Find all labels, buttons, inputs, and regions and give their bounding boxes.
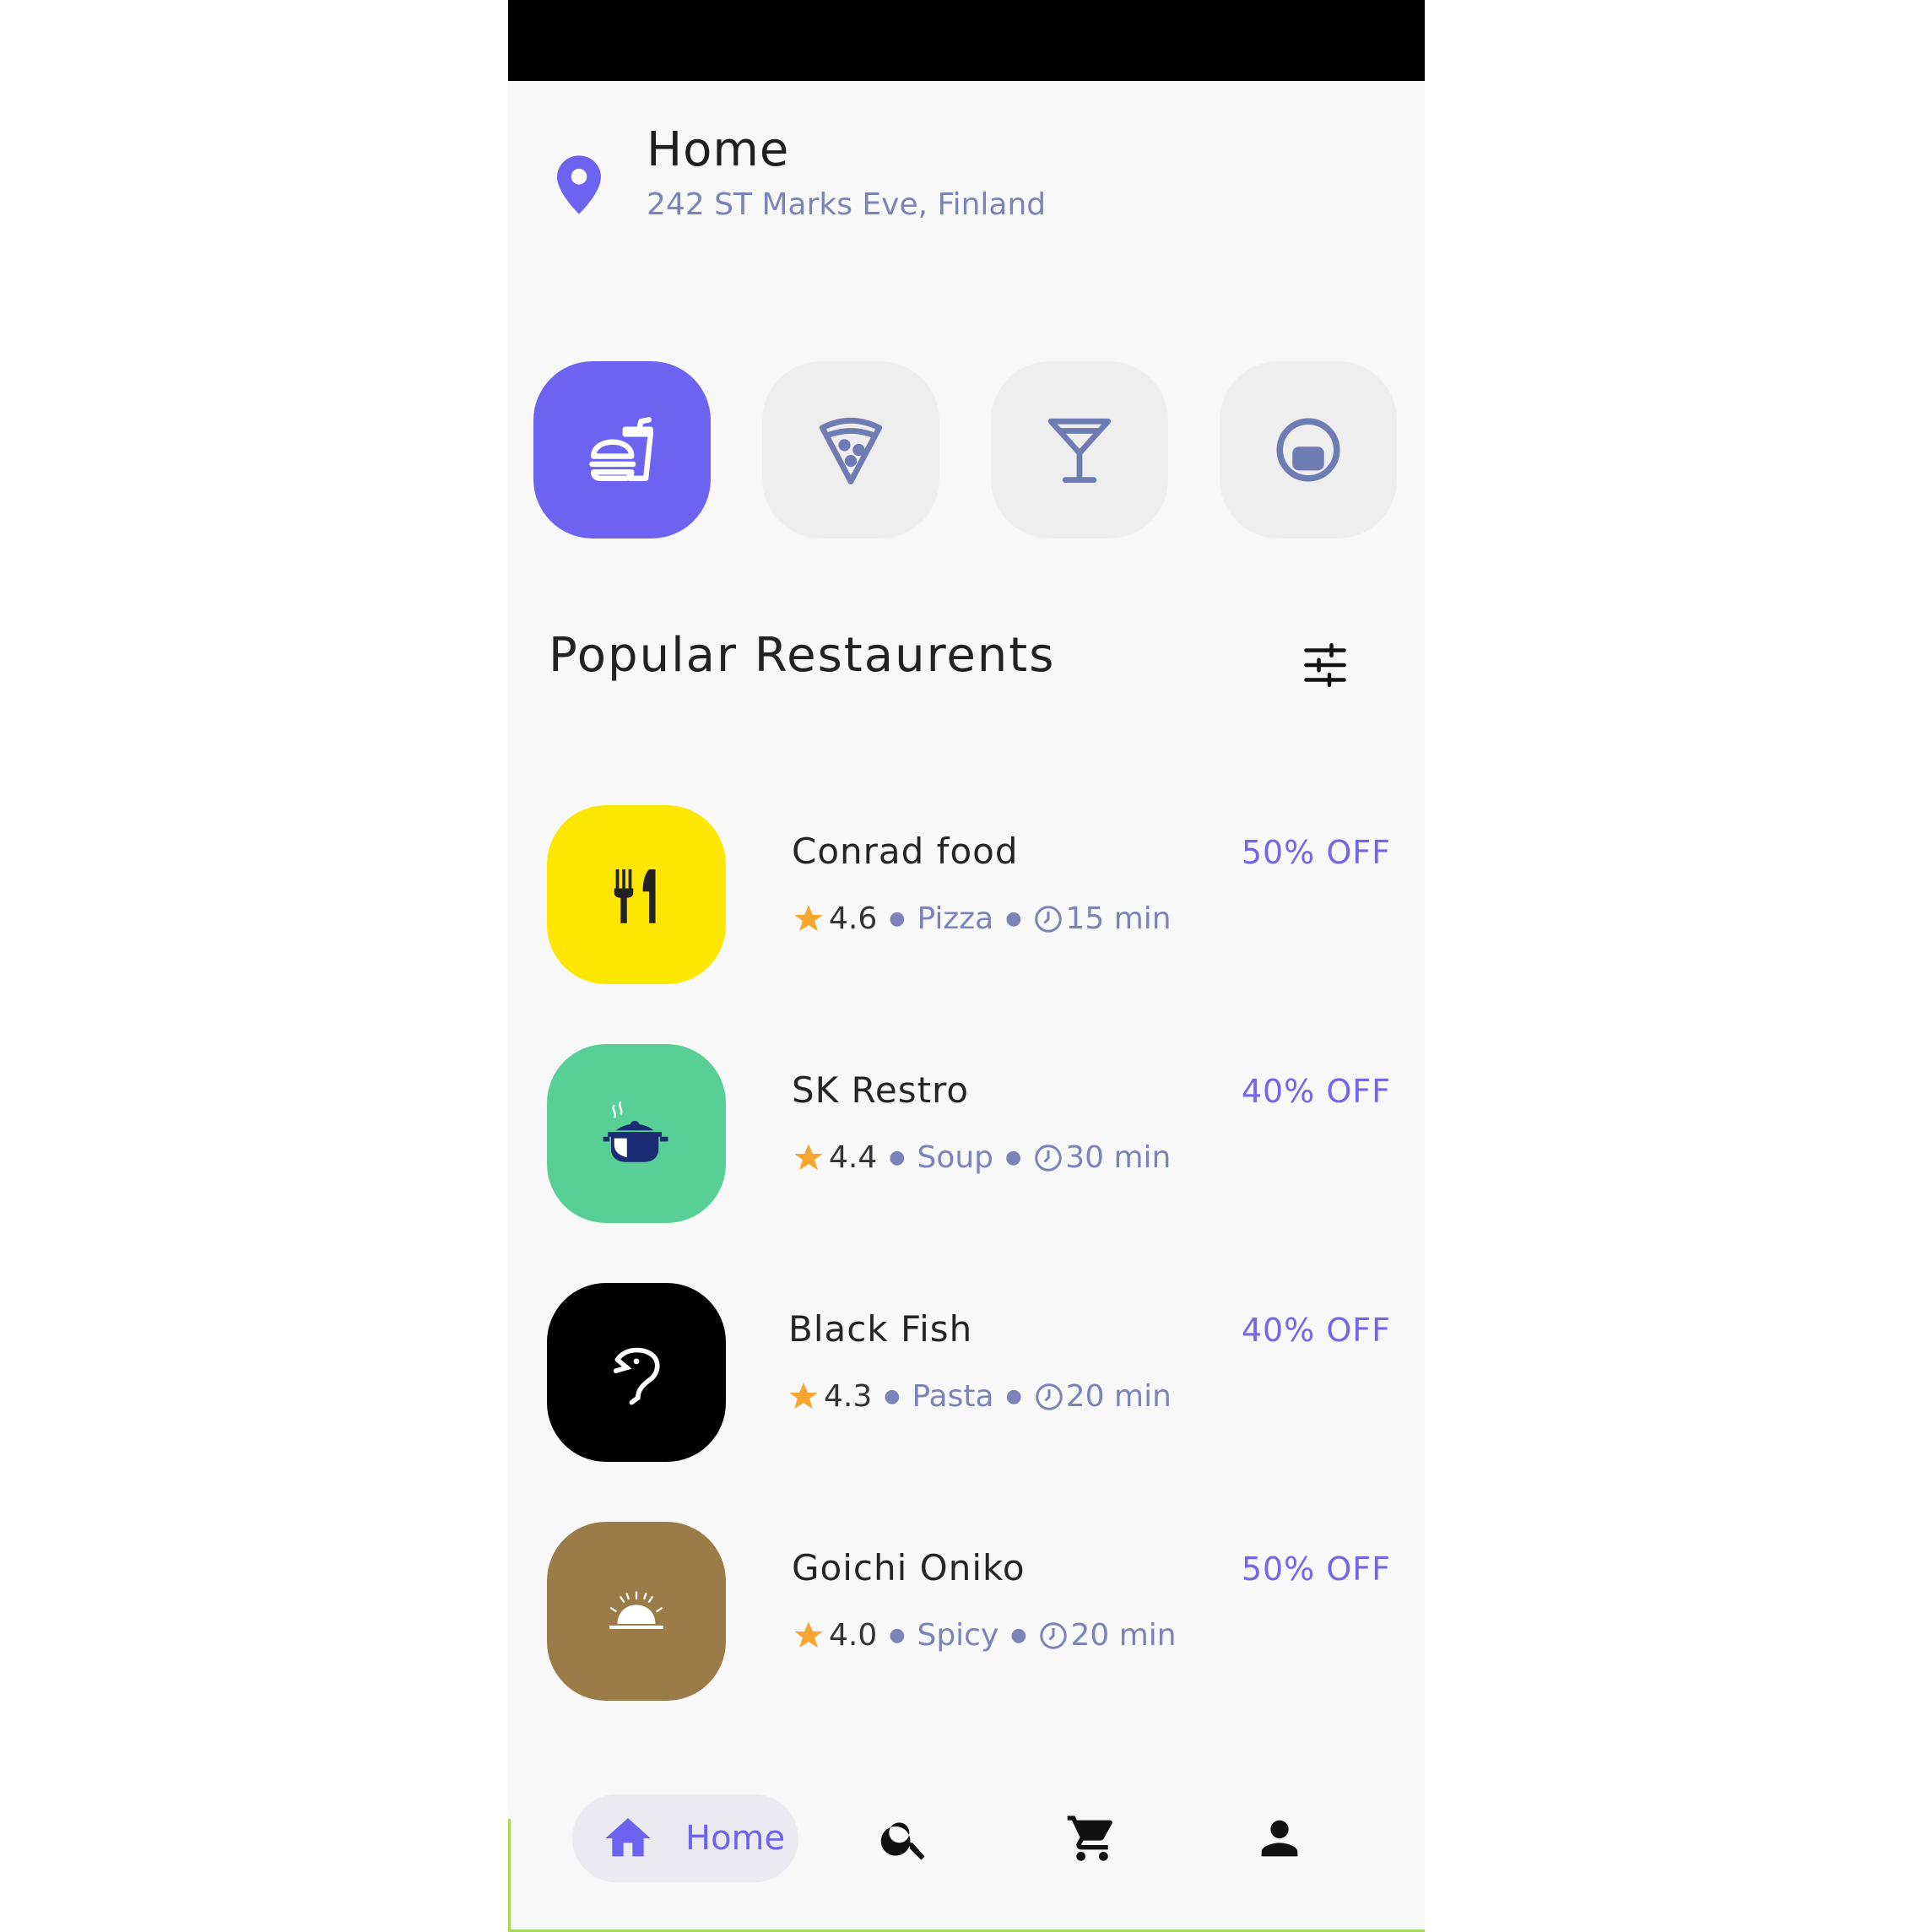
- separator-dot: ●: [889, 1625, 906, 1646]
- restaurant-name[interactable]: Black Fish: [788, 1308, 972, 1350]
- round-dish-icon: [1276, 418, 1340, 482]
- restaurant-row[interactable]: Goichi Oniko 50% OFF 4.0 ● Spicy ● 20 mi…: [547, 1522, 1391, 1701]
- restaurant-cuisine: Soup: [917, 1140, 994, 1175]
- nav-home-label: Home: [685, 1819, 786, 1858]
- restaurant-rating: 4.0: [829, 1618, 878, 1653]
- restaurant-cuisine: Pasta: [912, 1379, 994, 1414]
- restaurant-cuisine: Spicy: [917, 1618, 999, 1653]
- status-bar: [508, 0, 1425, 81]
- delivery-time: 30 min: [1065, 1140, 1172, 1175]
- restaurant-rating: 4.4: [829, 1140, 878, 1175]
- clock-icon: [1040, 1621, 1068, 1649]
- pizza-slice-icon: [819, 418, 883, 484]
- restaurant-name[interactable]: Conrad food: [792, 831, 1019, 872]
- separator-dot: ●: [1005, 1386, 1022, 1407]
- app-screen: Home 242 ST Marks Eve, Finland Popular R…: [508, 0, 1425, 1932]
- delivery-time: 20 min: [1070, 1618, 1177, 1653]
- separator-dot: ●: [1005, 908, 1022, 929]
- category-drinks[interactable]: [991, 361, 1168, 538]
- category-fast-food[interactable]: [533, 361, 711, 538]
- cocktail-icon: [1047, 418, 1112, 483]
- serving-cloche-icon: [609, 1591, 663, 1629]
- restaurant-thumb[interactable]: [547, 1283, 726, 1462]
- cart-icon[interactable]: [1065, 1811, 1119, 1865]
- star-icon: [794, 1143, 823, 1170]
- clock-icon: [1035, 1144, 1062, 1172]
- restaurant-meta: 4.6 ● Pizza ● 15 min: [792, 901, 1172, 936]
- restaurant-thumb[interactable]: [547, 1044, 726, 1223]
- separator-dot: ●: [1005, 1147, 1022, 1168]
- search-icon[interactable]: [878, 1811, 932, 1865]
- restaurant-row[interactable]: Black Fish 40% OFF 4.3 ● Pasta ● 20 min: [547, 1283, 1391, 1462]
- cooking-pot-icon: [603, 1101, 668, 1162]
- star-icon: [789, 1382, 818, 1409]
- nav-home-button[interactable]: Home: [572, 1794, 798, 1882]
- clock-icon: [1036, 1383, 1063, 1410]
- fork-knife-icon: [614, 869, 656, 923]
- location-title[interactable]: Home: [647, 122, 789, 177]
- restaurant-thumb[interactable]: [547, 1522, 726, 1701]
- clock-icon: [1035, 905, 1063, 933]
- restaurant-meta: 4.4 ● Soup ● 30 min: [792, 1140, 1171, 1175]
- restaurant-meta: 4.0 ● Spicy ● 20 min: [792, 1618, 1177, 1653]
- sliders-icon[interactable]: [1300, 640, 1350, 690]
- fish-icon: [613, 1347, 660, 1405]
- section-title: Popular Restaurents: [549, 628, 1056, 683]
- star-icon: [794, 904, 823, 931]
- category-dessert[interactable]: [1220, 361, 1397, 538]
- discount-badge: 50% OFF: [1241, 834, 1391, 871]
- location-address[interactable]: 242 ST Marks Eve, Finland: [647, 187, 1046, 222]
- restaurant-name[interactable]: Goichi Oniko: [792, 1547, 1026, 1588]
- restaurant-rating: 4.6: [829, 901, 878, 936]
- burger-drink-icon: [589, 417, 653, 481]
- discount-badge: 40% OFF: [1241, 1073, 1391, 1110]
- category-pizza[interactable]: [762, 361, 939, 538]
- separator-dot: ●: [884, 1386, 901, 1407]
- discount-badge: 50% OFF: [1241, 1550, 1391, 1588]
- location-pin-icon[interactable]: [557, 155, 601, 214]
- restaurant-rating: 4.3: [824, 1379, 873, 1414]
- restaurant-row[interactable]: Conrad food 50% OFF 4.6 ● Pizza ● 15 min: [547, 805, 1391, 984]
- delivery-time: 15 min: [1065, 901, 1172, 936]
- restaurant-row[interactable]: SK Restro 40% OFF 4.4 ● Soup ● 30 min: [547, 1044, 1391, 1223]
- discount-badge: 40% OFF: [1241, 1312, 1391, 1349]
- restaurant-meta: 4.3 ● Pasta ● 20 min: [787, 1379, 1172, 1414]
- restaurant-name[interactable]: SK Restro: [792, 1069, 969, 1111]
- delivery-time: 20 min: [1065, 1379, 1172, 1414]
- restaurant-cuisine: Pizza: [917, 901, 994, 936]
- star-icon: [794, 1621, 823, 1648]
- profile-icon[interactable]: [1253, 1811, 1307, 1865]
- separator-dot: ●: [889, 1147, 906, 1168]
- restaurant-thumb[interactable]: [547, 805, 726, 984]
- home-icon: [605, 1818, 651, 1857]
- separator-dot: ●: [889, 908, 906, 929]
- separator-dot: ●: [1010, 1625, 1027, 1646]
